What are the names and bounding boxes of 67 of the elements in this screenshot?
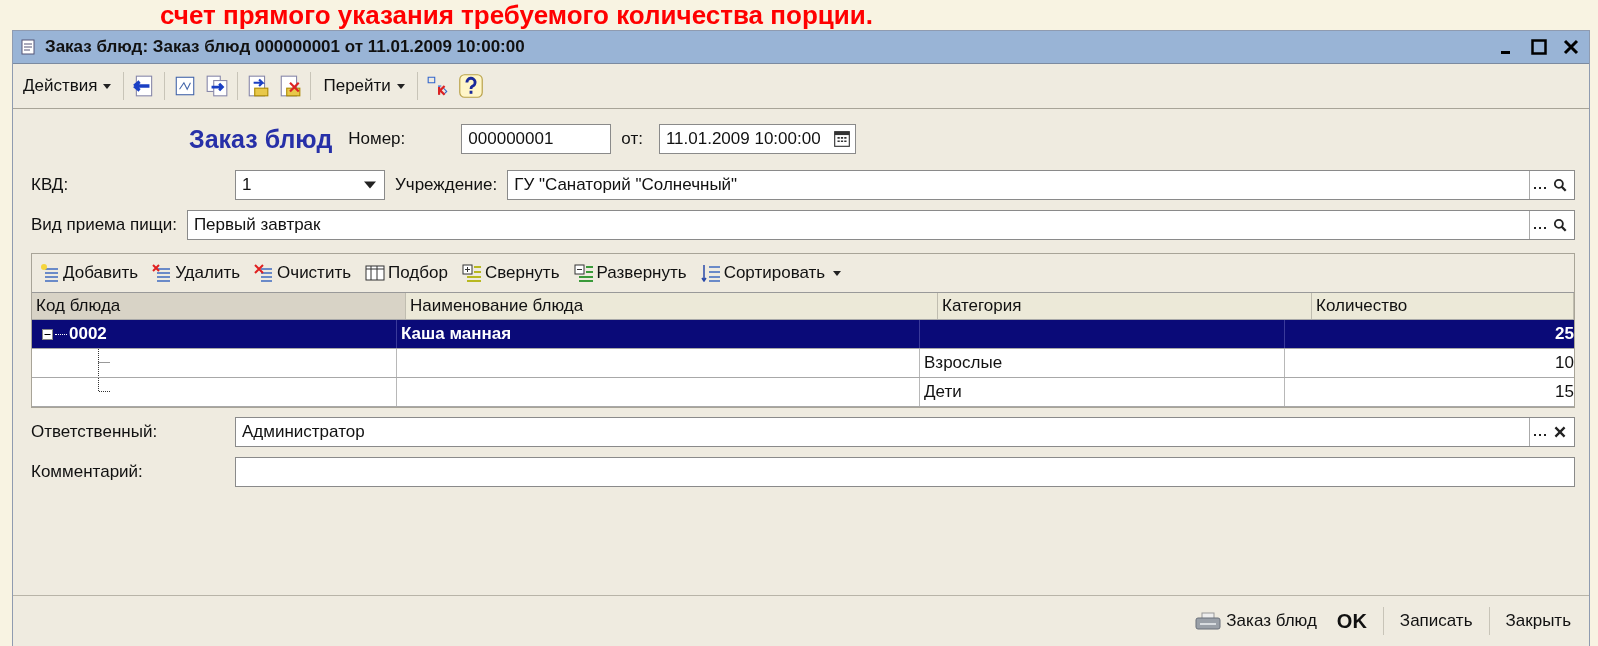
column-header[interactable]: Наименование блюда: [406, 293, 938, 319]
window-title: Заказ блюд: Заказ блюд 000000001 от 11.01.2009 10:00:00: [45, 37, 525, 57]
ellipsis-icon[interactable]: [1534, 186, 1546, 190]
printer-icon: [1194, 612, 1223, 630]
kvd-dropdown[interactable]: 1: [235, 170, 385, 200]
institution-field[interactable]: ГУ "Санаторий "Солнечный": [507, 170, 1575, 200]
table-toolbar-button[interactable]: Свернуть: [459, 261, 562, 285]
expand-tree-icon: [573, 264, 594, 282]
caret-icon: [396, 83, 405, 89]
table-cell: Взрослые: [924, 353, 1003, 373]
date-label: от:: [621, 129, 643, 149]
table-cell: Каша манная: [401, 324, 512, 344]
table-cell: 25: [1555, 324, 1574, 344]
delete-row-icon: [152, 264, 173, 282]
kvd-label: КВД:: [31, 175, 70, 195]
dialog-button[interactable]: OK: [1332, 607, 1371, 635]
goto-menu[interactable]: Перейти: [319, 74, 409, 98]
form-heading: Заказ блюд: [189, 124, 333, 154]
caret-icon: [103, 83, 112, 89]
table-toolbar-button[interactable]: Очистить: [252, 261, 354, 285]
collapse-icon[interactable]: [42, 328, 53, 340]
table-cell: 0002: [69, 324, 107, 344]
table-row[interactable]: 0002 Каша манная 25: [32, 320, 1574, 349]
help-icon[interactable]: [457, 73, 484, 99]
slide-caption: счет прямого указания требуемого количества порции.: [160, 0, 873, 30]
sort-icon: [700, 264, 721, 282]
table-row[interactable]: Дети 15: [32, 378, 1574, 407]
table-toolbar-button[interactable]: Развернуть: [571, 261, 689, 285]
table-cell: 15: [1555, 382, 1574, 402]
meal-type-field[interactable]: Первый завтрак: [186, 210, 1575, 240]
number-label: Номер:: [348, 129, 406, 149]
clear-table-icon: [254, 264, 275, 282]
maximize-icon[interactable]: [1531, 39, 1547, 55]
responsible-label: Ответственный:: [31, 422, 159, 442]
collapse-tree-icon: [461, 264, 482, 282]
ellipsis-icon[interactable]: [1534, 433, 1546, 437]
table-cell: 10: [1555, 353, 1574, 373]
column-header[interactable]: Количество: [1312, 293, 1574, 319]
comment-field[interactable]: [235, 457, 1575, 487]
actions-menu[interactable]: Действия: [19, 74, 116, 98]
table-toolbar-button[interactable]: Подбор: [363, 261, 450, 285]
cancel-document-icon[interactable]: [278, 74, 303, 98]
document-icon: [21, 39, 35, 55]
comment-label: Комментарий:: [31, 462, 144, 482]
post-document-icon[interactable]: [246, 74, 271, 98]
table-toolbar-button[interactable]: Добавить: [38, 261, 141, 285]
debit-credit-icon[interactable]: [425, 74, 450, 98]
table-icon: [365, 264, 386, 282]
close-icon[interactable]: [1563, 39, 1579, 55]
ellipsis-icon[interactable]: [1534, 226, 1546, 230]
date-field[interactable]: 11.01.2009 10:00:00: [658, 124, 856, 154]
dialog-button[interactable]: Записать: [1395, 609, 1477, 633]
column-header[interactable]: Код блюда: [32, 293, 406, 319]
dialog-button[interactable]: Закрыть: [1501, 609, 1575, 633]
table-row[interactable]: Взрослые 10: [32, 349, 1574, 378]
table-cell: Дети: [924, 382, 962, 402]
table-toolbar-button[interactable]: Удалить: [150, 261, 243, 285]
number-field[interactable]: 000000001: [461, 124, 612, 154]
table-toolbar-button[interactable]: Сортировать: [698, 261, 844, 285]
print-button[interactable]: Заказ блюд: [1190, 609, 1321, 633]
meal-type-label: Вид приема пищи:: [31, 215, 177, 235]
documents-arrow-icon[interactable]: [205, 74, 230, 98]
caret-icon: [833, 270, 842, 276]
add-row-icon: [40, 264, 60, 282]
institution-label: Учреждение:: [395, 175, 498, 195]
responsible-field[interactable]: Администратор: [235, 417, 1575, 447]
column-header[interactable]: Категория: [938, 293, 1312, 319]
